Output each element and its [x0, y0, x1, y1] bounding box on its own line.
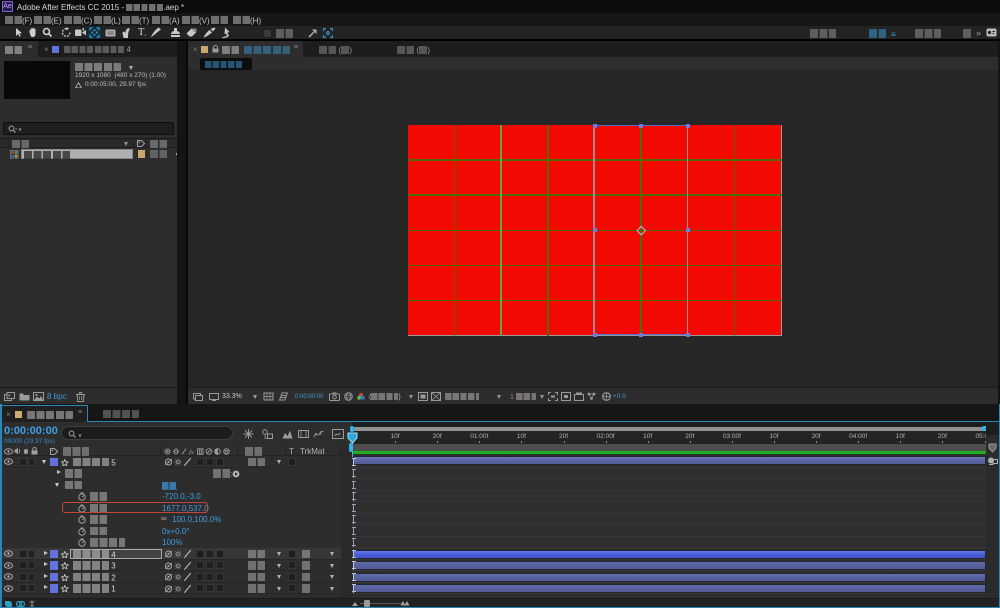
svg-text:fx: fx	[189, 449, 194, 455]
